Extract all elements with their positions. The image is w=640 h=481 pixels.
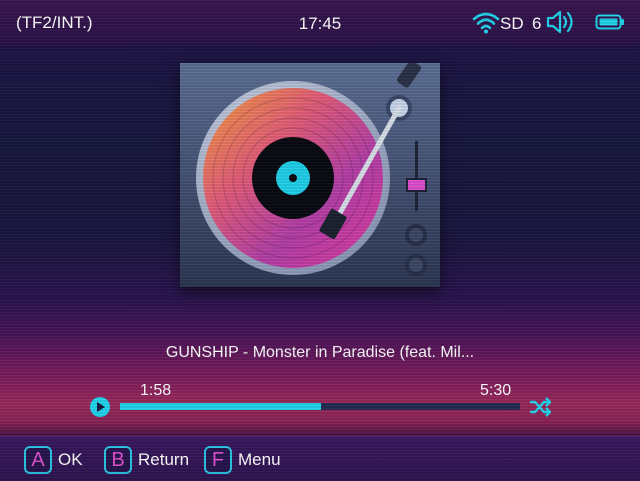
hint-return-label: Return [138, 450, 190, 469]
battery-icon [595, 14, 625, 35]
wifi-icon [472, 10, 500, 39]
button-hints-bar: A OK B Return F Menu [0, 436, 640, 481]
status-bar: (TF2/INT.) 17:45 SD 6 [0, 0, 640, 44]
elapsed-time: 1:58 [140, 382, 172, 399]
track-title: GUNSHIP - Monster in Paradise (feat. Mil… [165, 344, 475, 361]
clock: 17:45 [298, 14, 342, 33]
progress-fill [120, 403, 321, 410]
hint-menu-label: Menu [238, 450, 281, 469]
hint-menu[interactable]: F Menu [204, 444, 281, 476]
key-b: B [104, 446, 132, 474]
hint-ok-label: OK [58, 450, 83, 469]
volume-icon [545, 9, 579, 40]
album-cover [180, 63, 440, 287]
hint-ok[interactable]: A OK [24, 444, 83, 476]
play-icon[interactable] [89, 396, 111, 423]
sd-indicator: SD [500, 14, 524, 33]
key-a: A [24, 446, 52, 474]
progress-bar[interactable] [120, 403, 520, 410]
volume-level: 6 [532, 14, 542, 33]
hint-return[interactable]: B Return [104, 444, 189, 476]
shuffle-icon[interactable] [529, 397, 552, 422]
total-time: 5:30 [480, 382, 512, 399]
key-f: F [204, 446, 232, 474]
